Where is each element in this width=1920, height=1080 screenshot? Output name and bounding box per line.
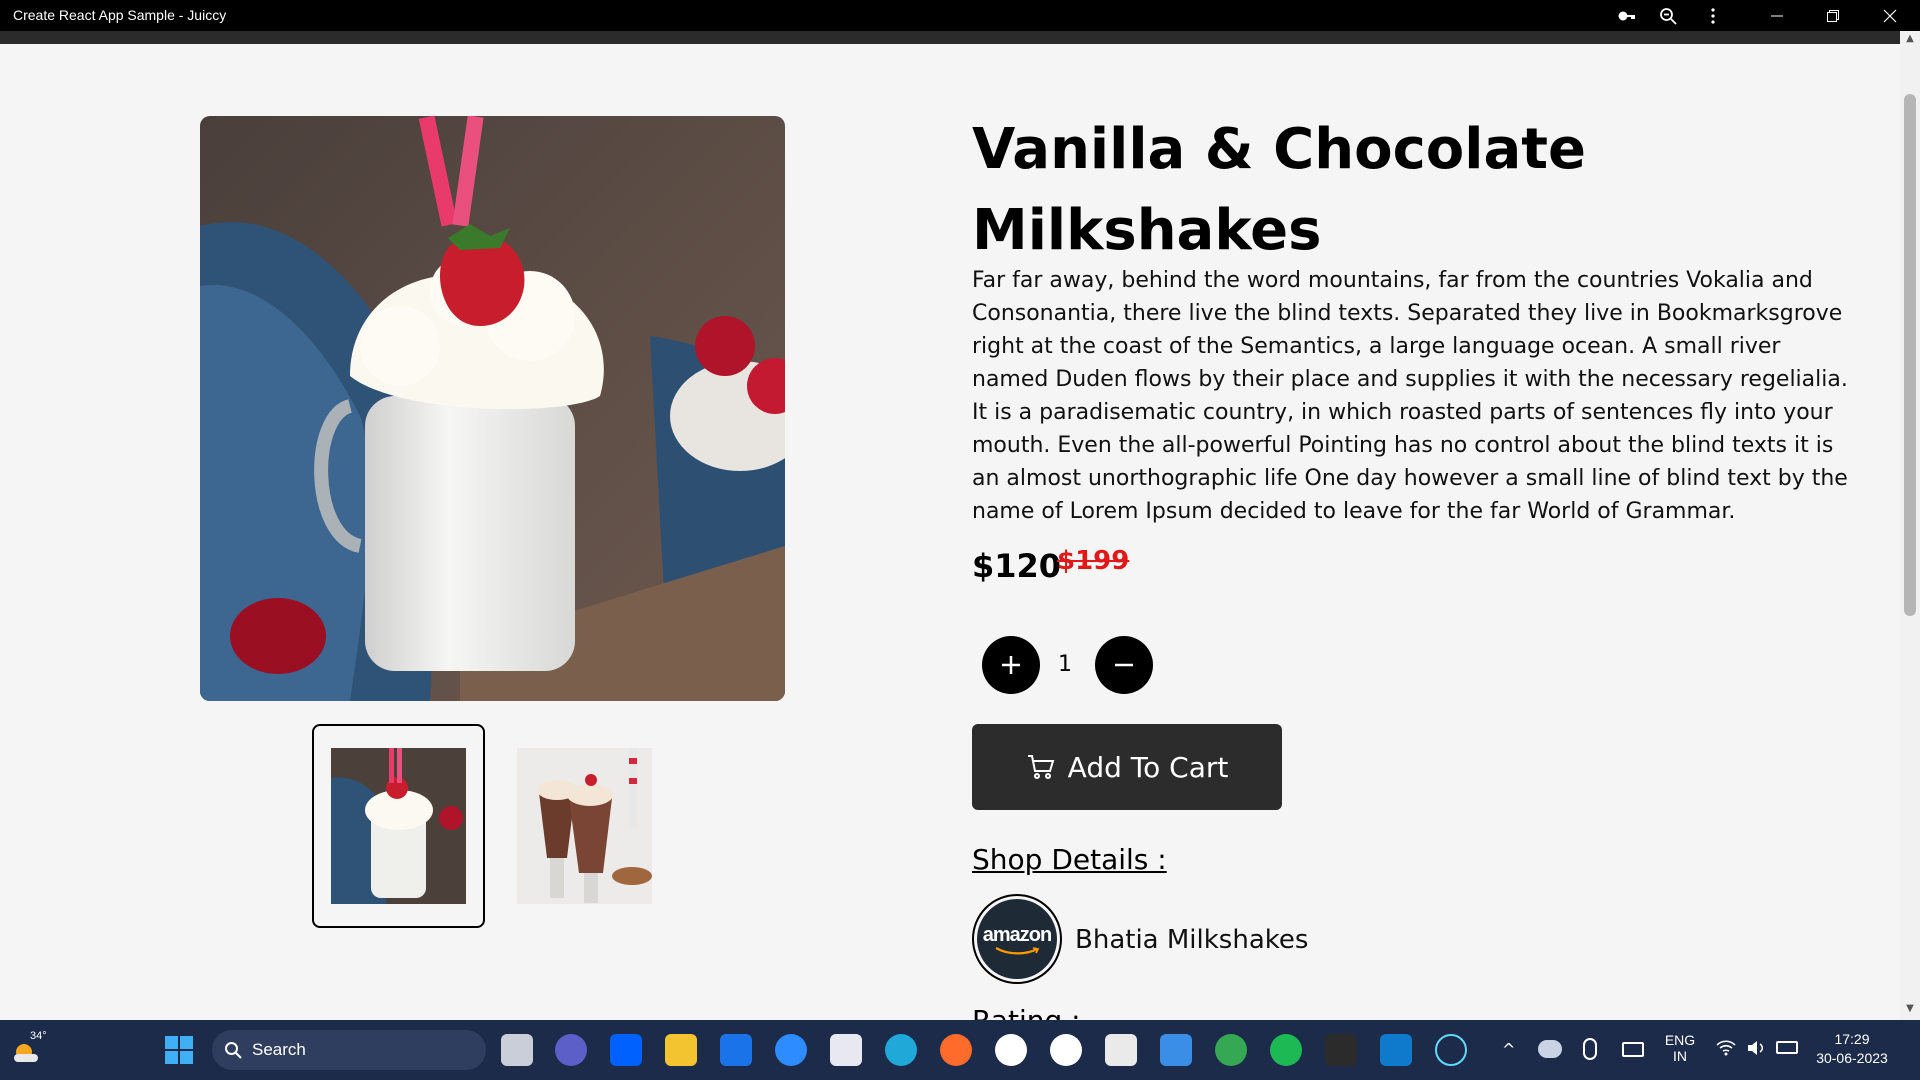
thumbnail-1[interactable] <box>312 724 485 928</box>
terminal-icon[interactable] <box>1325 1034 1357 1066</box>
add-to-cart-label: Add To Cart <box>1067 750 1229 784</box>
scrollbar-thumb[interactable] <box>1904 94 1916 616</box>
mongodb-compass-icon[interactable] <box>1050 1034 1082 1066</box>
chevron-up-icon[interactable]: ^ <box>1502 1040 1515 1059</box>
file-explorer-icon[interactable] <box>665 1034 697 1066</box>
cart-icon <box>1027 755 1055 779</box>
key-icon[interactable] <box>1615 4 1639 28</box>
product-page: Vanilla & Chocolate Milkshakes Far far a… <box>0 44 1900 1020</box>
window-titlebar: Create React App Sample - Juiccy <box>0 0 1920 31</box>
task-view-icon[interactable] <box>501 1034 533 1066</box>
clock-time: 17:29 <box>1834 1031 1870 1047</box>
restore-icon[interactable] <box>1821 4 1845 28</box>
document-app-icon[interactable] <box>1105 1034 1137 1066</box>
shop-logo: amazon <box>972 894 1062 984</box>
language-indicator[interactable]: ENG IN <box>1662 1032 1698 1064</box>
battery-icon[interactable] <box>1776 1041 1798 1054</box>
app-icon-w[interactable] <box>995 1034 1027 1066</box>
rating-heading: Rating : <box>972 1004 1081 1020</box>
keyboard-icon[interactable] <box>1622 1042 1644 1057</box>
thumbnail-2[interactable] <box>498 724 671 928</box>
product-title-line-1: Vanilla & Chocolate <box>972 117 1586 182</box>
wifi-icon[interactable] <box>1716 1040 1736 1056</box>
region-code: IN <box>1673 1048 1687 1064</box>
windows-logo-icon <box>165 1036 193 1064</box>
minimize-icon[interactable] <box>1765 4 1789 28</box>
language-code: ENG <box>1664 1032 1696 1048</box>
notepad-icon[interactable] <box>1160 1034 1192 1066</box>
scroll-up-icon[interactable]: ▲ <box>1904 33 1916 45</box>
original-price: $199 <box>1057 546 1130 576</box>
page-scrollbar[interactable]: ▲ ▼ <box>1900 31 1920 1020</box>
weather-widget[interactable]: 34° <box>10 1030 47 1064</box>
product-title: Vanilla & Chocolate Milkshakes <box>972 109 1872 271</box>
mail-icon[interactable] <box>720 1034 752 1066</box>
minus-icon <box>1115 663 1133 667</box>
shop-name: Bhatia Milkshakes <box>1075 925 1309 955</box>
app-header-strip <box>0 31 1900 44</box>
react-app-icon[interactable] <box>1435 1034 1467 1066</box>
amazon-smile-icon <box>995 946 1040 954</box>
search-placeholder: Search <box>252 1040 306 1059</box>
chrome-icon[interactable] <box>1215 1034 1247 1066</box>
more-menu-icon[interactable] <box>1701 4 1725 28</box>
shop-logo-text: amazon <box>982 923 1052 946</box>
spotify-icon[interactable] <box>1270 1034 1302 1066</box>
postman-icon[interactable] <box>940 1034 972 1066</box>
microphone-icon[interactable] <box>1583 1038 1597 1060</box>
product-description: Far far away, behind the word mountains,… <box>972 268 1848 524</box>
close-icon[interactable] <box>1878 4 1902 28</box>
thumbnail-image-vanilla <box>331 748 466 904</box>
clock[interactable]: 17:29 30-06-2023 <box>1812 1031 1892 1066</box>
clock-date: 30-06-2023 <box>1816 1050 1888 1066</box>
weather-temp: 34° <box>30 1030 47 1042</box>
plus-icon <box>1002 656 1020 674</box>
zoom-app-icon[interactable] <box>775 1034 807 1066</box>
edge-browser-icon[interactable] <box>885 1034 917 1066</box>
volume-icon[interactable] <box>1746 1040 1766 1056</box>
onedrive-icon[interactable] <box>1538 1040 1562 1058</box>
decrease-quantity-button[interactable] <box>1095 636 1153 694</box>
microsoft-store-icon[interactable] <box>830 1034 862 1066</box>
dropbox-icon[interactable] <box>610 1034 642 1066</box>
thumbnail-image-chocolate <box>517 748 652 904</box>
product-main-image <box>200 116 785 701</box>
window-title: Create React App Sample - Juiccy <box>13 7 227 23</box>
taskbar-search[interactable]: Search <box>212 1030 486 1070</box>
increase-quantity-button[interactable] <box>982 636 1040 694</box>
start-button[interactable] <box>163 1034 195 1066</box>
product-title-line-2: Milkshakes <box>972 198 1322 263</box>
chat-icon[interactable] <box>555 1034 587 1066</box>
vscode-icon[interactable] <box>1380 1034 1412 1066</box>
current-price: $120 <box>972 547 1062 585</box>
scroll-down-icon[interactable]: ▼ <box>1904 1003 1916 1015</box>
zoom-icon[interactable] <box>1656 4 1680 28</box>
quantity-value: 1 <box>1058 652 1072 677</box>
windows-taskbar: 34° Search ^ ENG IN 17:29 30-06-2023 <box>0 1020 1920 1080</box>
search-icon <box>225 1042 242 1059</box>
shop-details-heading: Shop Details : <box>972 843 1167 876</box>
add-to-cart-button[interactable]: Add To Cart <box>972 724 1282 810</box>
